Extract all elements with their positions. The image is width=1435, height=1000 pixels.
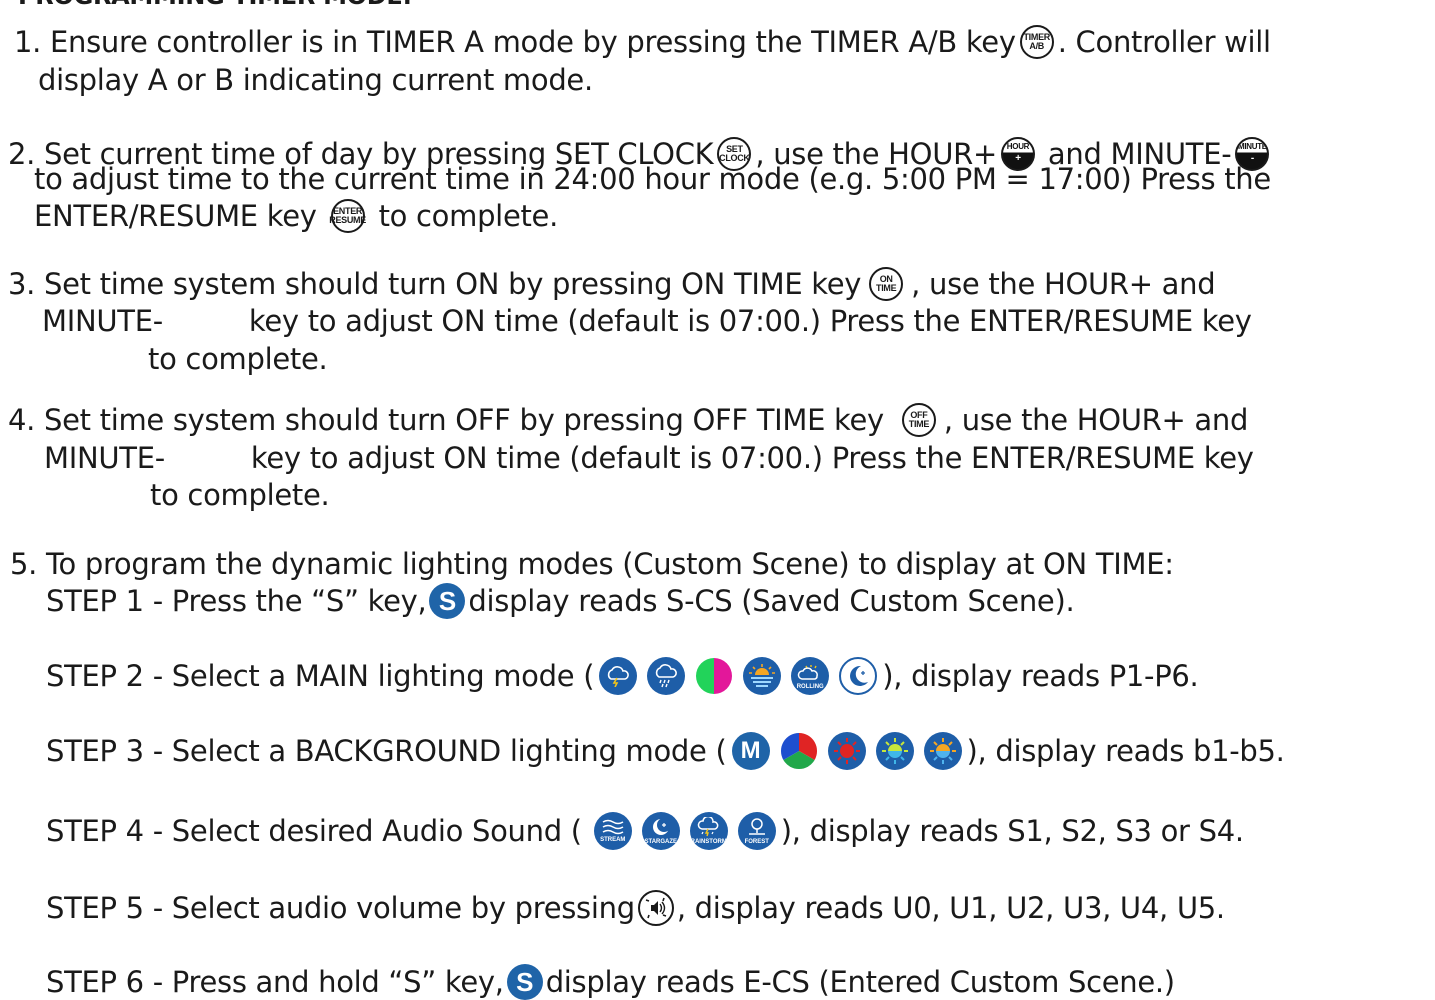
rolling-clouds-icon[interactable]: ROLLING bbox=[791, 657, 830, 695]
step-1-line-2: display A or B indicating current mode. bbox=[38, 63, 593, 97]
rgb-wheel-icon[interactable] bbox=[780, 732, 818, 770]
step-4-line-2: MINUTE- key to adjust ON time (default i… bbox=[44, 441, 1254, 475]
storm-cloud-icon[interactable] bbox=[599, 657, 638, 695]
step-3-line-3: to complete. bbox=[148, 342, 328, 376]
section-heading: PROGRAMMING TIMER MODE: bbox=[18, 0, 412, 14]
sunset-icon[interactable] bbox=[743, 657, 782, 695]
blue-sun-icon[interactable] bbox=[923, 732, 962, 770]
step-2-line-2: to adjust time to the current time in 24… bbox=[34, 162, 1271, 196]
step-5-substep-6: STEP 6 - Press and hold “S” key, S displ… bbox=[46, 964, 1175, 1000]
green-sun-icon[interactable] bbox=[875, 732, 914, 770]
stream-icon[interactable]: STREAM bbox=[593, 812, 632, 850]
color-wheel-icon[interactable] bbox=[695, 657, 733, 695]
red-sun-icon[interactable] bbox=[827, 732, 866, 770]
m-icon[interactable]: M bbox=[731, 732, 770, 770]
step-4-line-3: to complete. bbox=[150, 478, 330, 512]
step-1-line-1: 1. Ensure controller is in TIMER A mode … bbox=[14, 25, 1271, 59]
step-5-substep-3: STEP 3 - Select a BACKGROUND lighting mo… bbox=[46, 732, 1285, 770]
on-time-key[interactable]: ON TIME bbox=[869, 267, 904, 301]
step-4-line-1: 4. Set time system should turn OFF by pr… bbox=[8, 403, 1249, 437]
enter-resume-key[interactable]: ENTER RESUME bbox=[329, 199, 366, 233]
step-5-intro: 5. To program the dynamic lighting modes… bbox=[10, 547, 1174, 581]
step-5-substep-2: STEP 2 - Select a MAIN lighting mode ( R… bbox=[46, 657, 1199, 695]
step-5-substep-1: STEP 1 - Press the “S” key, S display re… bbox=[46, 583, 1075, 619]
rain-cloud-icon[interactable] bbox=[647, 657, 686, 695]
step-5-substep-5: STEP 5 - Select audio volume by pressing… bbox=[46, 890, 1225, 926]
step-5-substep-4: STEP 4 - Select desired Audio Sound ( ST… bbox=[46, 812, 1244, 850]
off-time-key[interactable]: OFF TIME bbox=[901, 403, 936, 437]
rainstorm-icon[interactable]: RAINSTORM bbox=[689, 812, 728, 850]
volume-icon[interactable] bbox=[637, 890, 674, 926]
step-2-line-3: ENTER/RESUME key ENTER RESUME to complete… bbox=[34, 199, 559, 233]
s-key-button[interactable]: S bbox=[429, 583, 466, 619]
moon-icon[interactable] bbox=[839, 657, 878, 695]
step-3-line-1: 3. Set time system should turn ON by pre… bbox=[8, 267, 1216, 301]
s-key-button-hold[interactable]: S bbox=[506, 964, 543, 1000]
step-3-line-2: MINUTE- key to adjust ON time (default i… bbox=[42, 304, 1252, 338]
forest-icon[interactable]: FOREST bbox=[737, 812, 776, 850]
stargaze-icon[interactable]: STARGAZE bbox=[641, 812, 680, 850]
timer-ab-key[interactable]: TIMER A/B bbox=[1019, 25, 1054, 59]
